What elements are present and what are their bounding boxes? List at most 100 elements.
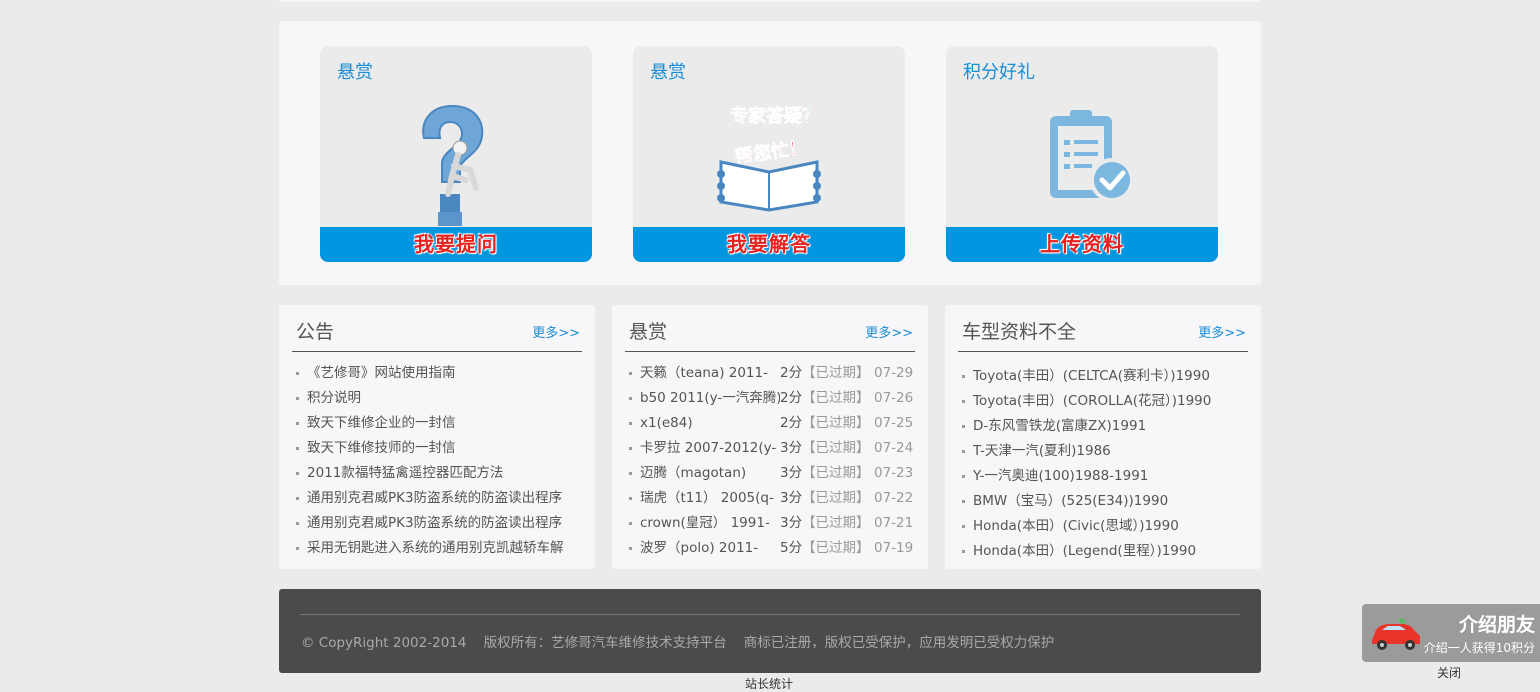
reward-points: 3分 — [780, 465, 803, 481]
list-item[interactable]: 卡罗拉 2007-2012(y- 3分【已过期】 07-24 — [629, 436, 921, 461]
reward-points: 3分 — [780, 515, 803, 531]
reward-points: 2分 — [780, 390, 803, 406]
reward-points: 2分 — [780, 365, 803, 381]
panel-title: 公告 — [296, 321, 335, 343]
reward-status: 【已过期】 — [802, 365, 870, 381]
notice-more-link[interactable]: 更多>> — [532, 322, 580, 341]
reward-panel: 悬赏 更多>> 天籁（teana) 2011- 2分【已过期】 07-29 b50 … — [612, 305, 928, 569]
list-item[interactable]: Toyota(丰田）(COROLLA(花冠）)1990 — [962, 389, 1254, 414]
reward-status: 【已过期】 — [802, 440, 870, 456]
reward-points: 2分 — [780, 415, 803, 431]
bullet-icon — [296, 447, 299, 450]
list-item[interactable]: 通用别克君威PK3防盗系统的防盗读出程序 — [296, 511, 588, 536]
reward-name: x1(e84) — [640, 415, 693, 431]
list-item[interactable]: BMW（宝马）(525(E34))1990 — [962, 489, 1254, 514]
bullet-icon — [962, 375, 965, 378]
list-item[interactable]: b50 2011(y-一汽奔腾)2分【已过期】 07-26 — [629, 386, 921, 411]
ask-card[interactable]: 悬赏 我要提问 — [320, 46, 592, 262]
list-item[interactable]: Honda(本田）(Legend(里程）)1990 — [962, 539, 1254, 559]
art-text-help: 帮您忙！ — [734, 136, 808, 168]
list-item[interactable]: 瑞虎（t11） 2005(q- 3分【已过期】 07-22 — [629, 486, 921, 511]
reward-points: 5分 — [780, 540, 803, 556]
clipboard-check-icon — [1050, 110, 1134, 202]
list-item[interactable]: Toyota(丰田）(CELTCA(赛利卡）)1990 — [962, 364, 1254, 389]
reward-date: 07-19 — [874, 540, 914, 556]
list-item[interactable]: 致天下维修企业的一封信 — [296, 411, 588, 436]
reward-name: 瑞虎（t11） 2005(q- — [640, 490, 774, 506]
list-item[interactable]: 通用别克君威PK3防盗系统的防盗读出程序 — [296, 486, 588, 511]
reward-date: 07-23 — [874, 465, 914, 481]
reward-date: 07-25 — [874, 415, 914, 431]
close-invite-button[interactable]: 关闭 — [1437, 664, 1461, 681]
bullet-icon — [296, 372, 299, 375]
models-more-link[interactable]: 更多>> — [1198, 322, 1246, 341]
bullet-icon — [629, 547, 632, 550]
bullet-icon — [629, 397, 632, 400]
panel-header: 悬赏 更多>> — [625, 305, 915, 352]
list-item[interactable]: 波罗（polo) 2011- 5分【已过期】 07-19 — [629, 536, 921, 561]
answer-question-button[interactable]: 我要解答 — [633, 227, 905, 262]
reward-list: 天籁（teana) 2011- 2分【已过期】 07-29 b50 2011(y-一… — [629, 361, 921, 561]
reward-points: 3分 — [780, 490, 803, 506]
bullet-icon — [962, 500, 965, 503]
bullet-icon — [296, 497, 299, 500]
reward-status: 【已过期】 — [802, 465, 870, 481]
bullet-icon — [962, 400, 965, 403]
reward-status: 【已过期】 — [802, 390, 870, 406]
missing-models-panel: 车型资料不全 更多>> Toyota(丰田）(CELTCA(赛利卡）)1990 … — [945, 305, 1261, 569]
upload-material-button[interactable]: 上传资料 — [946, 227, 1218, 262]
invite-friend-widget[interactable]: 介绍朋友 介绍一人获得10积分 — [1362, 604, 1540, 662]
reward-name: 天籁（teana) 2011- — [640, 365, 768, 381]
notice-panel: 公告 更多>> 《艺修哥》网站使用指南 积分说明 致天下维修企业的一封信 致天下… — [279, 305, 595, 569]
answer-card[interactable]: 悬赏 专家答疑？ 帮您忙！ 我要解答 — [633, 46, 905, 262]
footer-divider — [300, 614, 1240, 615]
bullet-icon — [629, 497, 632, 500]
list-item[interactable]: D-东风雪铁龙(富康ZX)1991 — [962, 414, 1254, 439]
card-title: 悬赏 — [337, 62, 373, 83]
upload-card[interactable]: 积分好礼 上传资料 — [946, 46, 1218, 262]
list-item[interactable]: 《艺修哥》网站使用指南 — [296, 361, 588, 386]
list-item[interactable]: T-天津一汽(夏利)1986 — [962, 439, 1254, 464]
site-footer: © CopyRight 2002-2014 版权所有：艺修哥汽车维修技术支持平台… — [279, 589, 1261, 673]
reward-name: 卡罗拉 2007-2012(y- — [640, 440, 777, 456]
models-list: Toyota(丰田）(CELTCA(赛利卡）)1990 Toyota(丰田）(C… — [962, 364, 1254, 559]
bullet-icon — [296, 522, 299, 525]
reward-points: 3分 — [780, 440, 803, 456]
list-item[interactable]: 迈腾（magotan) 3分【已过期】 07-23 — [629, 461, 921, 486]
list-item[interactable]: 积分说明 — [296, 386, 588, 411]
copyright-text: © CopyRight 2002-2014 版权所有：艺修哥汽车维修技术支持平台… — [301, 635, 1055, 651]
card-title: 悬赏 — [650, 62, 686, 83]
card-title: 积分好礼 — [963, 62, 1035, 83]
reward-name: b50 2011(y-一汽奔腾) — [640, 390, 780, 406]
list-item[interactable]: x1(e84) 2分【已过期】 07-25 — [629, 411, 921, 436]
list-item[interactable]: 天籁（teana) 2011- 2分【已过期】 07-29 — [629, 361, 921, 386]
reward-status: 【已过期】 — [802, 515, 870, 531]
reward-date: 07-22 — [874, 490, 914, 506]
list-item[interactable]: 2011款福特猛禽遥控器匹配方法 — [296, 461, 588, 486]
panel-header: 公告 更多>> — [292, 305, 582, 352]
panel-title: 悬赏 — [629, 321, 668, 343]
top-divider — [279, 0, 1261, 2]
reward-status: 【已过期】 — [802, 540, 870, 556]
reward-status: 【已过期】 — [802, 490, 870, 506]
site-stats-link[interactable]: 站长统计 — [745, 675, 793, 692]
invite-title: 介绍朋友 — [1458, 614, 1535, 636]
bullet-icon — [962, 550, 965, 553]
ask-question-button[interactable]: 我要提问 — [320, 227, 592, 262]
bullet-icon — [962, 525, 965, 528]
art-text-expert: 专家答疑？ — [730, 105, 820, 127]
reward-more-link[interactable]: 更多>> — [865, 322, 913, 341]
reward-name: crown(皇冠） 1991- — [640, 515, 770, 531]
reward-name: 波罗（polo) 2011- — [640, 540, 759, 556]
list-item[interactable]: crown(皇冠） 1991- 3分【已过期】 07-21 — [629, 511, 921, 536]
list-item[interactable]: Y-一汽奥迪(100)1988-1991 — [962, 464, 1254, 489]
reward-date: 07-26 — [874, 390, 914, 406]
bullet-icon — [962, 475, 965, 478]
bullet-icon — [296, 472, 299, 475]
reward-name: 迈腾（magotan) — [640, 465, 747, 481]
list-item[interactable]: Honda(本田）(Civic(思域）)1990 — [962, 514, 1254, 539]
panel-title: 车型资料不全 — [962, 321, 1077, 343]
list-item[interactable]: 致天下维修技师的一封信 — [296, 436, 588, 461]
book-help-icon: 专家答疑？ 帮您忙！ — [717, 105, 821, 212]
list-item[interactable]: 采用无钥匙进入系统的通用别克凯越轿车解 — [296, 536, 588, 561]
